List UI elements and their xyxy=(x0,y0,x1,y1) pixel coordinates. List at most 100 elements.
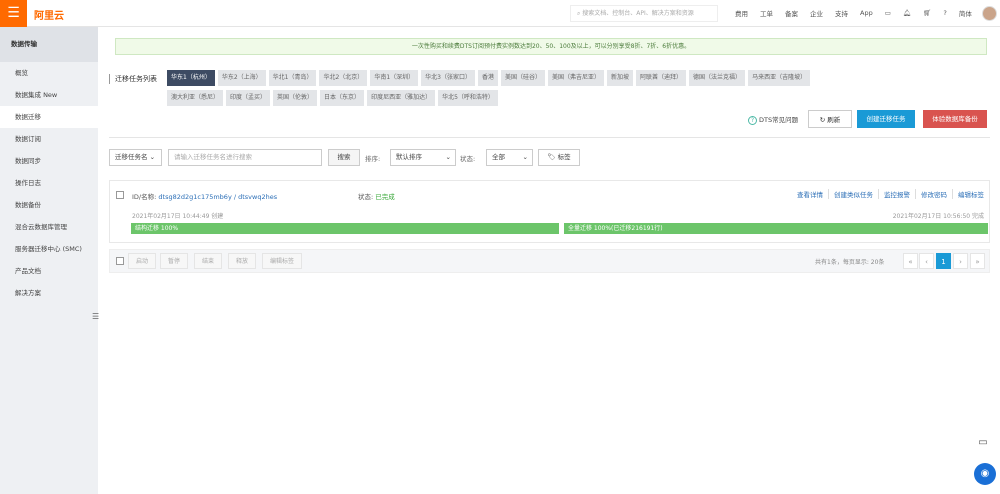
start-button[interactable]: 启动 xyxy=(128,253,157,269)
divider xyxy=(109,137,990,138)
faq-link[interactable]: ? DTS常见问题 xyxy=(748,114,798,125)
sidebar-item-overview[interactable]: 概览 xyxy=(0,62,98,84)
region-tab[interactable]: 华东2（上海） xyxy=(217,70,266,86)
menu-icon[interactable]: ☰ xyxy=(0,0,27,27)
task-id-link[interactable]: dtsg82d2g1c175mb6y / dtsvwq2hes xyxy=(158,193,277,201)
end-button[interactable]: 结束 xyxy=(194,253,223,269)
region-tab[interactable]: 美国（硅谷） xyxy=(500,70,545,86)
search-button[interactable]: 搜索 xyxy=(328,149,360,166)
sidebar-item-smc[interactable]: 服务器迁移中心 (SMC) xyxy=(0,238,98,260)
edit-tags-button[interactable]: 编辑标签 xyxy=(262,253,303,269)
logo[interactable]: 阿里云 xyxy=(34,7,64,22)
id-label: ID/名称: xyxy=(132,193,157,201)
top-nav: 费用 工单 备案 企业 支持 App ▭ 🔔︎ 🛒︎ ? 简体 xyxy=(735,8,972,18)
avatar[interactable] xyxy=(982,6,997,21)
sidebar: 数据传输 概览 数据集成 New 数据迁移 数据订阅 数据同步 操作日志 数据备… xyxy=(0,27,99,494)
sort-label: 排序: xyxy=(365,155,381,163)
region-tab[interactable]: 华东1（杭州） xyxy=(167,70,215,86)
tag-button[interactable]: 🏷︎ 标签 xyxy=(538,149,580,166)
last-page-button[interactable]: » xyxy=(970,253,985,269)
field-value: 迁移任务名 xyxy=(115,153,148,161)
region-tab[interactable]: 马来西亚（吉隆坡） xyxy=(748,70,811,86)
nav-app[interactable]: App xyxy=(860,9,873,17)
edit-tags-link[interactable]: 编辑标签 xyxy=(952,189,984,199)
sidebar-item-hybrid[interactable]: 混合云数据库管理 xyxy=(0,216,98,238)
pause-button[interactable]: 暂停 xyxy=(160,253,189,269)
create-similar-link[interactable]: 创建类似任务 xyxy=(828,189,873,199)
region-tab[interactable]: 华南1（深圳） xyxy=(370,70,419,86)
help-icon[interactable]: ? xyxy=(943,9,946,17)
finished-time: 2021年02月17日 10:56:50 完成 xyxy=(892,213,984,220)
nav-support[interactable]: 支持 xyxy=(835,8,848,18)
create-task-button[interactable]: 创建迁移任务 xyxy=(857,110,915,128)
assistant-icon[interactable]: ◉ xyxy=(974,463,996,485)
search-input[interactable]: ⌕ 搜索文档、控制台、API、解决方案和资源 xyxy=(570,5,718,22)
region-tab[interactable]: 香港 xyxy=(477,70,498,86)
refresh-label: 刷新 xyxy=(827,116,841,124)
region-tab[interactable]: 印度尼西亚（雅加达） xyxy=(367,90,436,106)
search-field-select[interactable]: 迁移任务名 ⌄ xyxy=(109,149,162,166)
task-checkbox[interactable] xyxy=(116,191,124,199)
terminal-icon[interactable]: ▭ xyxy=(885,9,891,17)
sidebar-item-docs[interactable]: 产品文档 xyxy=(0,260,98,282)
region-tab[interactable]: 澳大利亚（悉尼） xyxy=(167,90,224,106)
sidebar-item-migration[interactable]: 数据迁移 xyxy=(0,106,98,128)
pagination-summary: 共有1条，每页显示: 20条 xyxy=(815,259,885,266)
task-card: ID/名称: dtsg82d2g1c175mb6y / dtsvwq2hes 状… xyxy=(109,180,990,243)
sidebar-item-backup[interactable]: 数据备份 xyxy=(0,194,98,216)
faq-label: DTS常见问题 xyxy=(759,116,799,124)
region-tab[interactable]: 华北2（北京） xyxy=(319,70,368,86)
nav-icp[interactable]: 备案 xyxy=(785,8,798,18)
release-button[interactable]: 释放 xyxy=(228,253,257,269)
chevron-down-icon: ⌄ xyxy=(522,153,528,161)
sidebar-title: 数据传输 xyxy=(0,27,98,62)
region-tab[interactable]: 阿联酋（迪拜） xyxy=(636,70,687,86)
cart-icon[interactable]: 🛒︎ xyxy=(923,9,931,17)
region-tabs-row2: 澳大利亚（悉尼） 印度（孟买） 英国（伦敦） 日本（东京） 印度尼西亚（雅加达） 华北5（… xyxy=(167,90,498,106)
bell-icon[interactable]: 🔔︎ xyxy=(903,9,911,17)
task-id: ID/名称: dtsg82d2g1c175mb6y / dtsvwq2hes xyxy=(132,191,277,201)
sidebar-item-sync[interactable]: 数据同步 xyxy=(0,150,98,172)
sidebar-item-logs[interactable]: 操作日志 xyxy=(0,172,98,194)
bulk-actions-bar: 启动 暂停 结束 释放 编辑标签 共有1条，每页显示: 20条 « ‹ 1 › … xyxy=(109,249,990,273)
refresh-button[interactable]: ↻ 刷新 xyxy=(808,110,852,128)
region-tab[interactable]: 英国（伦敦） xyxy=(273,90,318,106)
feedback-icon[interactable]: ▭ xyxy=(975,437,991,453)
sort-value: 默认排序 xyxy=(396,153,422,161)
prev-page-button[interactable]: ‹ xyxy=(919,253,934,269)
select-all-checkbox[interactable] xyxy=(116,257,124,265)
monitor-alert-link[interactable]: 监控报警 xyxy=(878,189,910,199)
region-tab[interactable]: 新加坡 xyxy=(607,70,634,86)
region-tab[interactable]: 日本（东京） xyxy=(320,90,365,106)
page-1-button[interactable]: 1 xyxy=(936,253,951,269)
region-tab[interactable]: 印度（孟买） xyxy=(226,90,271,106)
region-tab[interactable]: 华北3（张家口） xyxy=(421,70,475,86)
region-tab[interactable]: 华北1（青岛） xyxy=(268,70,317,86)
change-password-link[interactable]: 修改密码 xyxy=(915,189,947,199)
promo-notice: 一次性购买和续费DTS订阅预付费实例数达到20、50、100及以上，可以分别享受… xyxy=(115,38,987,55)
status-select[interactable]: 全部 ⌄ xyxy=(486,149,533,166)
buy-backup-button[interactable]: 体验数据库备份 xyxy=(923,110,987,128)
task-search-input[interactable]: 请输入迁移任务名进行搜索 xyxy=(168,149,322,166)
first-page-button[interactable]: « xyxy=(903,253,918,269)
view-details-link[interactable]: 查看详情 xyxy=(797,189,823,199)
next-page-button[interactable]: › xyxy=(953,253,968,269)
nav-fee[interactable]: 费用 xyxy=(735,8,748,18)
lang-switch[interactable]: 简体 xyxy=(959,8,972,18)
task-ops: 查看详情 创建类似任务 监控报警 修改密码 编辑标签 xyxy=(797,189,984,199)
nav-enterprise[interactable]: 企业 xyxy=(810,8,823,18)
region-tab[interactable]: 华北5（呼和浩特） xyxy=(438,90,498,106)
sidebar-item-solutions[interactable]: 解决方案 xyxy=(0,282,98,304)
nav-ticket[interactable]: 工单 xyxy=(760,8,773,18)
region-tab[interactable]: 德国（法兰克福） xyxy=(689,70,746,86)
search-placeholder: 搜索文档、控制台、API、解决方案和资源 xyxy=(582,10,694,17)
status-label: 状态: xyxy=(460,155,476,163)
task-status: 状态: 已完成 xyxy=(358,191,395,201)
region-tabs-row1: 华东1（杭州） 华东2（上海） 华北1（青岛） 华北2（北京） 华南1（深圳） 华北3（张… xyxy=(167,70,811,86)
sidebar-item-subscription[interactable]: 数据订阅 xyxy=(0,128,98,150)
sidebar-item-integration[interactable]: 数据集成 New xyxy=(0,84,98,106)
sort-select[interactable]: 默认排序 ⌄ xyxy=(390,149,456,166)
collapse-sidebar-icon[interactable]: ☰ xyxy=(92,312,99,321)
region-tab[interactable]: 美国（弗吉尼亚） xyxy=(548,70,605,86)
status-value: 全部 xyxy=(492,153,505,161)
